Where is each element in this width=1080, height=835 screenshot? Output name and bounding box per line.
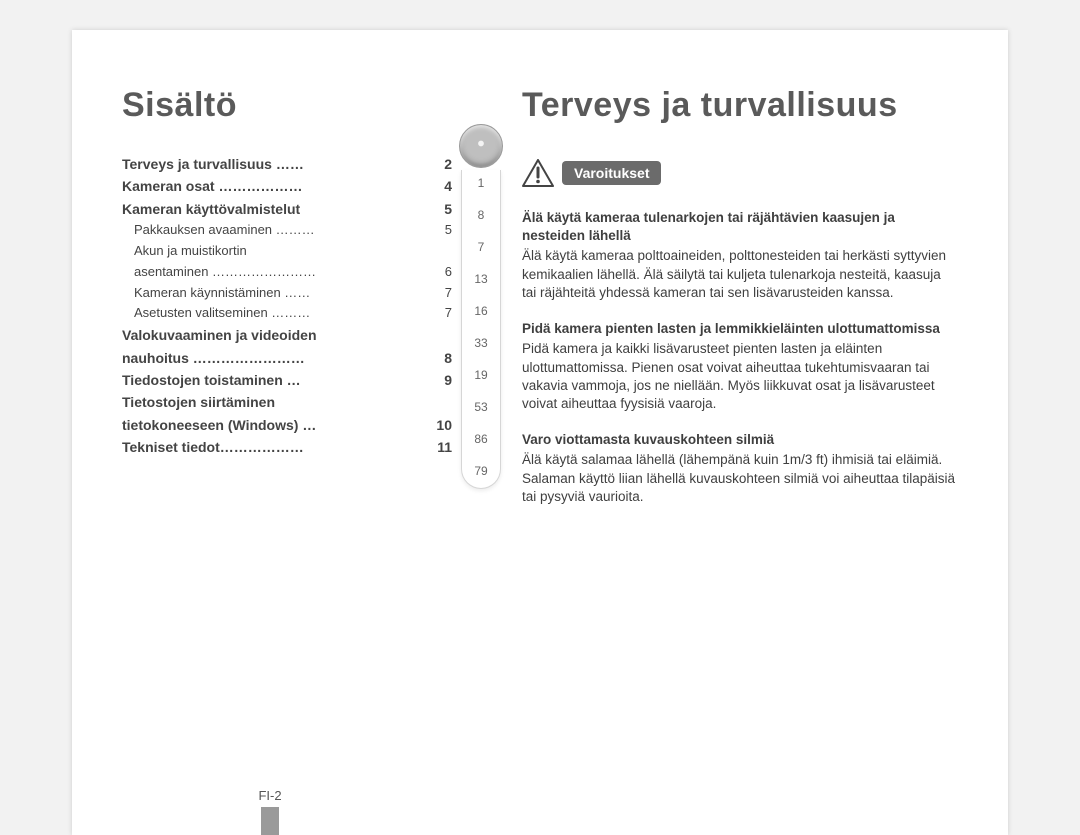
toc-page: 10	[428, 414, 452, 436]
warning-header: Varoitukset	[522, 159, 958, 187]
toc-page	[428, 241, 452, 262]
strip-number: 19	[474, 368, 487, 382]
toc-row: Kameran osat ………………4	[122, 175, 452, 197]
toc-label: Kameran käyttövalmistelut	[122, 198, 428, 220]
toc-row: Kameran käynnistäminen ……7	[122, 283, 452, 304]
toc-row: asentaminen ……………………6	[122, 262, 452, 283]
toc-label: asentaminen ……………………	[134, 262, 428, 283]
toc-row: Kameran käyttövalmistelut5	[122, 198, 452, 220]
page-tab-bar	[261, 807, 279, 835]
toc-label: Pakkauksen avaaminen ………	[134, 220, 428, 241]
strip-number: 1	[478, 176, 485, 190]
toc-label: nauhoitus ……………………	[122, 347, 428, 369]
warning-block: Pidä kamera pienten lasten ja lemmikkiel…	[522, 320, 958, 413]
toc-row: Asetusten valitseminen ………7	[122, 303, 452, 324]
strip-number: 7	[478, 240, 485, 254]
toc-label: Tekniset tiedot………………	[122, 436, 428, 458]
toc-label: Tiedostojen toistaminen …	[122, 369, 428, 391]
warning-pill: Varoitukset	[562, 161, 661, 185]
warning-block-heading: Pidä kamera pienten lasten ja lemmikkiel…	[522, 320, 958, 338]
toc-page: 11	[428, 436, 452, 458]
toc-row: Tiedostojen toistaminen …9	[122, 369, 452, 391]
toc-page: 5	[428, 198, 452, 220]
toc-page: 9	[428, 369, 452, 391]
page-number-tab: FI-2	[250, 788, 290, 835]
warning-block: Älä käytä kameraa tulenarkojen tai räjäh…	[522, 209, 958, 302]
strip-number: 33	[474, 336, 487, 350]
strip-number: 79	[474, 464, 487, 478]
toc-label: Terveys ja turvallisuus ……	[122, 153, 428, 175]
toc-page: 7	[428, 283, 452, 304]
toc-label: Valokuvaaminen ja videoiden	[122, 324, 428, 346]
toc-row: Terveys ja turvallisuus ……2	[122, 153, 452, 175]
strip-number: 8	[478, 208, 485, 222]
toc-label: Asetusten valitseminen ………	[134, 303, 428, 324]
toc-label: Tietostojen siirtäminen	[122, 391, 428, 413]
warning-block-body: Älä käytä kameraa polttoaineiden, poltto…	[522, 248, 946, 299]
warning-block-heading: Varo viottamasta kuvauskohteen silmiä	[522, 431, 958, 449]
toc-page: 2	[428, 153, 452, 175]
toc-label: tietokoneeseen (Windows) …	[122, 414, 428, 436]
toc-page: 4	[428, 175, 452, 197]
toc-row: Valokuvaaminen ja videoiden	[122, 324, 452, 346]
section-heading: Terveys ja turvallisuus	[522, 86, 958, 125]
warning-block-body: Pidä kamera ja kaikki lisävarusteet pien…	[522, 341, 935, 411]
toc-row: Tietostojen siirtäminen	[122, 391, 452, 413]
toc-page: 7	[428, 303, 452, 324]
page-number-track: 1 8 7 13 16 33 19 53 86 79	[461, 170, 501, 489]
page-number-strip: 1 8 7 13 16 33 19 53 86 79	[457, 124, 505, 489]
page-number: FI-2	[258, 788, 281, 803]
strip-number: 16	[474, 304, 487, 318]
toc-page: 6	[428, 262, 452, 283]
toc-row: tietokoneeseen (Windows) …10	[122, 414, 452, 436]
toc-label: Kameran osat ………………	[122, 175, 428, 197]
toc-label: Akun ja muistikortin	[134, 241, 428, 262]
warning-block-body: Älä käytä salamaa lähellä (lähempänä kui…	[522, 452, 955, 503]
contents-heading: Sisältö	[122, 86, 452, 125]
toc-page	[428, 391, 452, 413]
toc-page: 8	[428, 347, 452, 369]
toc-row: nauhoitus ……………………8	[122, 347, 452, 369]
toc-row: Akun ja muistikortin	[122, 241, 452, 262]
strip-number: 86	[474, 432, 487, 446]
toc-page	[428, 324, 452, 346]
toc-row: Pakkauksen avaaminen ………5	[122, 220, 452, 241]
toc-row: Tekniset tiedot………………11	[122, 436, 452, 458]
strip-number: 53	[474, 400, 487, 414]
strip-number: 13	[474, 272, 487, 286]
toc-page: 5	[428, 220, 452, 241]
toc-label: Kameran käynnistäminen ……	[134, 283, 428, 304]
warning-block: Varo viottamasta kuvauskohteen silmiä Älä…	[522, 431, 958, 506]
warning-triangle-icon	[522, 159, 554, 187]
warning-block-heading: Älä käytä kameraa tulenarkojen tai räjäh…	[522, 209, 958, 245]
disc-icon	[459, 124, 503, 168]
table-of-contents: Terveys ja turvallisuus ……2Kameran osat …	[122, 153, 452, 459]
